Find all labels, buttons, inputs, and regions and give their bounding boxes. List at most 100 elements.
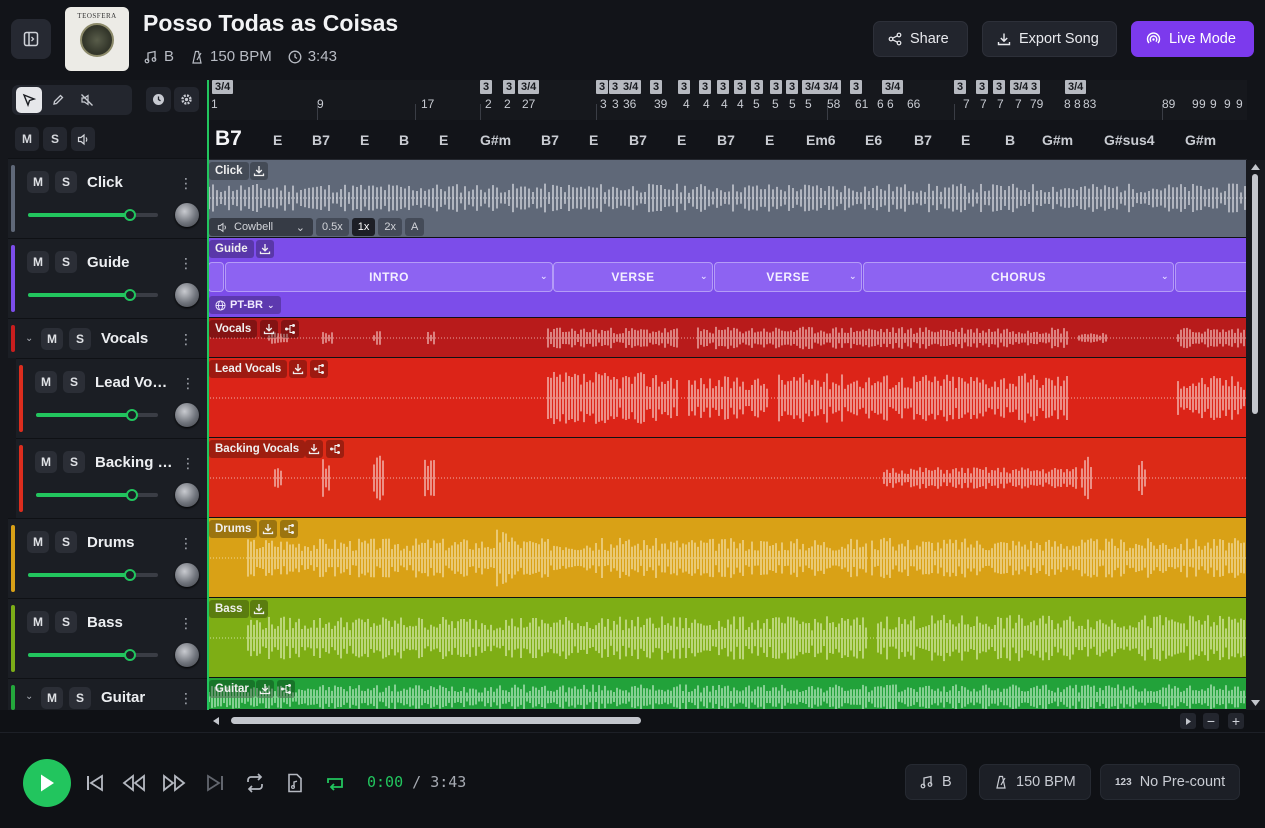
solo-button[interactable]: S bbox=[55, 611, 77, 633]
track-header-vocals-group[interactable]: ⌄ M S Vocals ⋮ bbox=[8, 318, 207, 358]
time-signature-marker[interactable]: 3 bbox=[1028, 80, 1041, 94]
chord-symbol[interactable]: E6 bbox=[865, 132, 882, 148]
horizontal-scroll-thumb[interactable] bbox=[231, 717, 641, 724]
scroll-down-icon[interactable] bbox=[1250, 699, 1261, 707]
master-solo-button[interactable]: S bbox=[43, 127, 67, 151]
chord-symbol[interactable]: E bbox=[360, 132, 369, 148]
volume-slider[interactable] bbox=[28, 289, 158, 301]
chord-symbol[interactable]: B7 bbox=[215, 127, 242, 151]
chord-symbol[interactable]: B7 bbox=[629, 132, 647, 148]
mute-button[interactable]: M bbox=[27, 611, 49, 633]
pan-knob[interactable] bbox=[175, 403, 199, 427]
download-stem-button[interactable] bbox=[250, 600, 268, 618]
chord-lane[interactable]: B7 E B7 E B E G#m B7 E B7 E B7 E Em6 E6 B7 E B G#m G#sus4 G#… bbox=[207, 120, 1247, 160]
time-signature-marker[interactable]: 3 bbox=[734, 80, 747, 94]
volume-slider-thumb[interactable] bbox=[124, 209, 136, 221]
mute-tool-button[interactable] bbox=[74, 87, 100, 113]
pan-knob[interactable] bbox=[175, 203, 199, 227]
time-signature-marker[interactable]: 3 bbox=[650, 80, 663, 94]
bar-ruler[interactable]: 1 9 17 2 2 27 3 3 36 39 4 4 4 4 5 5 5 5 58 61 6 6 66 7 7 7 7 79 8 8 83… bbox=[207, 80, 1247, 120]
chord-symbol[interactable]: B7 bbox=[541, 132, 559, 148]
chord-symbol[interactable]: E bbox=[589, 132, 598, 148]
volume-slider-thumb[interactable] bbox=[126, 489, 138, 501]
time-signature-marker[interactable]: 3 bbox=[480, 80, 493, 94]
time-signature-marker[interactable]: 3 bbox=[503, 80, 516, 94]
section-block[interactable]: VERSE ⌄ bbox=[553, 262, 713, 292]
chord-symbol[interactable]: B7 bbox=[717, 132, 735, 148]
time-signature-marker[interactable]: 3/4 bbox=[620, 80, 642, 94]
fast-forward-button[interactable] bbox=[162, 771, 186, 795]
chord-symbol[interactable]: B7 bbox=[312, 132, 330, 148]
time-signature-marker[interactable]: 3/4 bbox=[820, 80, 842, 94]
chevron-down-icon[interactable]: ⌄ bbox=[1161, 271, 1169, 282]
chord-symbol[interactable]: G#m bbox=[480, 132, 511, 148]
rate-half-button[interactable]: 0.5x bbox=[316, 218, 349, 236]
download-stem-button[interactable] bbox=[256, 240, 274, 258]
download-stem-button[interactable] bbox=[289, 360, 307, 378]
chord-symbol[interactable]: G#sus4 bbox=[1104, 132, 1155, 148]
chord-symbol[interactable]: E bbox=[439, 132, 448, 148]
time-signature-marker[interactable]: 3 bbox=[993, 80, 1006, 94]
loop-button[interactable] bbox=[243, 771, 267, 795]
chevron-down-icon[interactable]: ⌄ bbox=[540, 271, 548, 282]
track-menu-icon[interactable]: ⋮ bbox=[179, 691, 193, 705]
volume-slider[interactable] bbox=[36, 489, 158, 501]
time-signature-marker[interactable]: 3/4 bbox=[1065, 80, 1087, 94]
track-header-drums[interactable]: M S Drums ⋮ bbox=[8, 518, 207, 598]
volume-slider-thumb[interactable] bbox=[124, 649, 136, 661]
stem-split-button[interactable] bbox=[310, 360, 328, 378]
mute-button[interactable]: M bbox=[27, 531, 49, 553]
solo-button[interactable]: S bbox=[55, 531, 77, 553]
language-select[interactable]: PT-BR ⌄ bbox=[209, 296, 281, 314]
zoom-in-button[interactable]: + bbox=[1228, 713, 1244, 729]
chord-symbol[interactable]: B bbox=[1005, 132, 1015, 148]
volume-slider-thumb[interactable] bbox=[126, 409, 138, 421]
volume-slider[interactable] bbox=[36, 409, 158, 421]
mute-button[interactable]: M bbox=[41, 328, 63, 350]
chord-symbol[interactable]: G#m bbox=[1042, 132, 1073, 148]
time-signature-marker[interactable]: 3/4 bbox=[212, 80, 234, 94]
track-menu-icon[interactable]: ⋮ bbox=[179, 256, 193, 270]
track-header-guide[interactable]: M S Guide ⋮ bbox=[8, 238, 207, 318]
settings-button[interactable] bbox=[174, 87, 199, 112]
history-button[interactable] bbox=[146, 87, 171, 112]
time-signature-marker[interactable]: 3 bbox=[699, 80, 712, 94]
scroll-left-icon[interactable] bbox=[212, 716, 220, 726]
download-stem-button[interactable] bbox=[260, 320, 278, 338]
track-menu-icon[interactable]: ⋮ bbox=[179, 176, 193, 190]
vertical-scroll-thumb[interactable] bbox=[1252, 174, 1258, 414]
time-signature-marker[interactable]: 3 bbox=[770, 80, 783, 94]
chord-symbol[interactable]: G#m bbox=[1185, 132, 1216, 148]
stem-split-button[interactable] bbox=[280, 520, 298, 538]
volume-slider-thumb[interactable] bbox=[124, 289, 136, 301]
track-header-click[interactable]: M S Click ⋮ bbox=[8, 158, 207, 238]
scroll-up-icon[interactable] bbox=[1250, 163, 1261, 171]
section-block[interactable]: VE bbox=[1175, 262, 1246, 292]
scroll-right-button[interactable] bbox=[1180, 713, 1196, 729]
master-mute-button[interactable]: M bbox=[15, 127, 39, 151]
pan-knob[interactable] bbox=[175, 563, 199, 587]
sidebar-toggle-button[interactable] bbox=[11, 19, 51, 59]
time-signature-marker[interactable]: 3 bbox=[596, 80, 609, 94]
share-button[interactable]: Share bbox=[873, 21, 968, 57]
lane-click[interactable]: Click Cowbell ⌄ 0.5x 1x 2x A bbox=[207, 160, 1246, 238]
accent-button[interactable]: A bbox=[405, 218, 425, 236]
skip-to-start-button[interactable] bbox=[83, 771, 107, 795]
play-button[interactable] bbox=[23, 759, 71, 807]
select-tool-button[interactable] bbox=[16, 87, 42, 113]
mute-button[interactable]: M bbox=[41, 687, 63, 709]
time-signature-marker[interactable]: 3 bbox=[850, 80, 863, 94]
track-header-bass[interactable]: M S Bass ⋮ bbox=[8, 598, 207, 678]
mute-button[interactable]: M bbox=[35, 451, 57, 473]
stem-split-button[interactable] bbox=[326, 440, 344, 458]
time-signature-marker[interactable]: 3/4 bbox=[882, 80, 904, 94]
skip-to-end-button[interactable] bbox=[203, 771, 227, 795]
download-stem-button[interactable] bbox=[305, 440, 323, 458]
track-menu-icon[interactable]: ⋮ bbox=[179, 332, 193, 346]
lane-lead-vocals[interactable]: Lead Vocals bbox=[207, 358, 1246, 438]
auto-scroll-button[interactable] bbox=[323, 771, 347, 795]
section-block[interactable]: INTRO ⌄ bbox=[225, 262, 553, 292]
chord-symbol[interactable]: B bbox=[399, 132, 409, 148]
chord-symbol[interactable]: E bbox=[961, 132, 970, 148]
lane-bass[interactable]: Bass bbox=[207, 598, 1246, 678]
